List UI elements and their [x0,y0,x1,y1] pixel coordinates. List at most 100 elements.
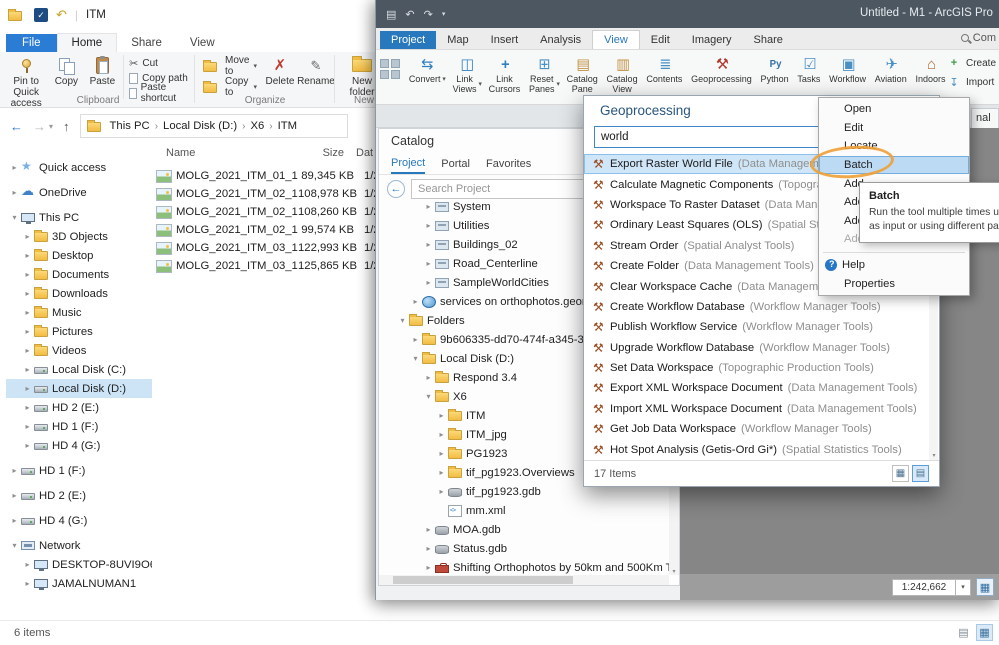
map-locator-icon[interactable]: ▦ [976,578,994,596]
sidebar-item[interactable]: ▸ HD 4 (G:) [6,511,152,530]
catalog-tab[interactable]: Favorites [486,155,531,173]
catalog-tree-item[interactable]: ▸ MOA.gdb [381,520,669,539]
back-arrow-icon[interactable]: ← [10,119,23,134]
tree-chevron-icon[interactable]: ▸ [422,278,435,287]
sidebar-item[interactable]: ▸ Desktop [6,246,152,265]
arcgis-ribbon-tab[interactable]: Insert [480,31,530,49]
tree-chevron-icon[interactable]: ▾ [396,316,409,325]
tree-chevron-icon[interactable]: ▾ [8,541,21,550]
column-name[interactable]: Name [166,147,195,159]
ribbon-small-button[interactable]: Create [946,56,996,70]
scroll-down-icon[interactable]: ▾ [669,568,679,575]
tree-chevron-icon[interactable]: ▸ [422,525,435,534]
catalog-tab[interactable]: Portal [441,155,470,173]
breadcrumb-item[interactable]: X6 [250,120,264,132]
copy-button[interactable]: Copy [48,52,84,87]
arcgis-ribbon-tab[interactable]: View [592,30,640,49]
sidebar-item[interactable]: ▸ Local Disk (C:) [6,360,152,379]
context-menu-item[interactable] [823,251,965,253]
tree-chevron-icon[interactable]: ▸ [21,270,34,279]
cut-button[interactable]: ✂ Cut [129,56,190,70]
file-row[interactable]: MOLG_2021_ITM_01_17.tif 89,345 KB 1/2 [156,167,400,185]
tree-chevron-icon[interactable]: ▸ [21,289,34,298]
sidebar-item[interactable]: ▸ Local Disk (D:) [6,379,152,398]
tree-chevron-icon[interactable]: ▸ [422,544,435,553]
arcgis-ribbon-tab[interactable]: Project [380,31,437,49]
ribbon-button[interactable]: Catalog Pane [564,52,603,96]
tree-chevron-icon[interactable]: ▸ [8,491,21,500]
column-date[interactable]: Dat [356,147,373,159]
arcgis-ribbon-tab[interactable]: Imagery [681,31,743,49]
ribbon-small-button[interactable]: Import [946,75,996,89]
tree-chevron-icon[interactable]: ▸ [21,560,34,569]
tree-chevron-icon[interactable]: ▸ [21,441,34,450]
command-search[interactable]: Com [960,32,996,44]
explorer-ribbon-tab[interactable]: Home [56,33,118,52]
file-row[interactable]: MOLG_2021_ITM_02_16.tif 108,978 KB 1/2 [156,185,400,203]
breadcrumb-item[interactable]: ITM [278,120,297,132]
ribbon-button[interactable]: Convert▾ [406,52,449,96]
explorer-ribbon-tab[interactable]: File [6,34,57,52]
tree-chevron-icon[interactable]: ▸ [21,384,34,393]
scroll-down-icon[interactable]: ▾ [929,452,939,459]
tree-chevron-icon[interactable]: ▸ [422,373,435,382]
ribbon-button[interactable]: Aviation [872,52,912,96]
paste-button[interactable]: Paste [84,52,120,87]
column-size[interactable]: Size [280,147,344,159]
sidebar-item[interactable]: ▸ HD 2 (E:) [6,398,152,417]
sidebar-item[interactable]: ▸ 3D Objects [6,227,152,246]
ribbon-button[interactable]: Indoors [913,52,951,96]
redo-icon[interactable]: ↷ [424,8,433,21]
sidebar-item[interactable]: ▸ OneDrive [6,183,152,202]
geoprocessing-result[interactable]: Create Workflow Database (Workflow Manag… [584,297,928,317]
context-menu-item[interactable]: Help [819,256,969,275]
map-view-tab[interactable]: nal [971,108,999,128]
sidebar-item[interactable]: ▸ Quick access [6,158,152,177]
file-row[interactable]: MOLG_2021_ITM_03_15.tif 122,993 KB 1/2 [156,239,400,257]
tree-chevron-icon[interactable]: ▸ [21,403,34,412]
breadcrumb-item[interactable]: Local Disk (D:) [163,120,237,132]
tree-chevron-icon[interactable]: ▸ [8,188,21,197]
tree-chevron-icon[interactable]: ▸ [435,411,448,420]
tree-chevron-icon[interactable]: ▸ [21,365,34,374]
arcgis-ribbon-tab[interactable]: Share [743,31,794,49]
scale-dropdown-icon[interactable]: ▾ [956,578,971,596]
tree-chevron-icon[interactable]: ▸ [422,202,435,211]
tree-chevron-icon[interactable]: ▸ [435,430,448,439]
catalog-tree-item[interactable]: mm.xml [381,501,669,520]
context-menu-item[interactable]: Locate [819,137,969,156]
tree-chevron-icon[interactable]: ▸ [8,516,21,525]
catalog-horizontal-scrollbar[interactable] [379,575,669,585]
ribbon-button[interactable]: Workflow [826,52,871,96]
context-menu-item[interactable]: Edit [819,119,969,138]
tree-chevron-icon[interactable]: ▸ [422,259,435,268]
tree-chevron-icon[interactable]: ▸ [435,449,448,458]
file-row[interactable]: MOLG_2021_ITM_02_18.tif 99,574 KB 1/2 [156,221,400,239]
tree-chevron-icon[interactable]: ▾ [409,354,422,363]
forward-arrow-icon[interactable]: → [33,119,46,134]
ribbon-button[interactable]: Python [758,52,794,96]
tree-chevron-icon[interactable]: ▾ [8,213,21,222]
sidebar-item[interactable]: ▸ DESKTOP-8UVI9O6 [6,555,152,574]
catalog-back-button[interactable]: ← [387,180,405,198]
sidebar-item[interactable]: ▸ Music [6,303,152,322]
context-menu-item[interactable]: Open [819,100,969,119]
tree-chevron-icon[interactable]: ▸ [422,563,435,572]
project-icon[interactable]: ▤ [386,8,396,21]
tree-chevron-icon[interactable]: ▸ [21,232,34,241]
sidebar-item[interactable]: ▸ HD 2 (E:) [6,486,152,505]
sidebar-item[interactable]: ▸ JAMALNUMAN1 [6,574,152,593]
explorer-ribbon-tab[interactable]: Share [117,34,176,52]
sidebar-item[interactable]: ▸ HD 4 (G:) [6,436,152,455]
context-menu-item[interactable]: Batch [819,155,969,175]
sidebar-item[interactable]: ▾ This PC [6,208,152,227]
tree-chevron-icon[interactable]: ▸ [21,251,34,260]
rename-button[interactable]: ✎ Rename [297,52,335,88]
tree-chevron-icon[interactable]: ▸ [422,240,435,249]
tree-chevron-icon[interactable]: ▸ [21,308,34,317]
details-view-icon[interactable]: ▤ [955,624,972,641]
ribbon-button[interactable]: Geoprocessing [688,52,756,96]
tree-chevron-icon[interactable]: ▸ [435,487,448,496]
qat-check-icon[interactable]: ✓ [34,8,48,22]
geoprocessing-result[interactable]: Export XML Workspace Document (Data Mana… [584,378,928,398]
